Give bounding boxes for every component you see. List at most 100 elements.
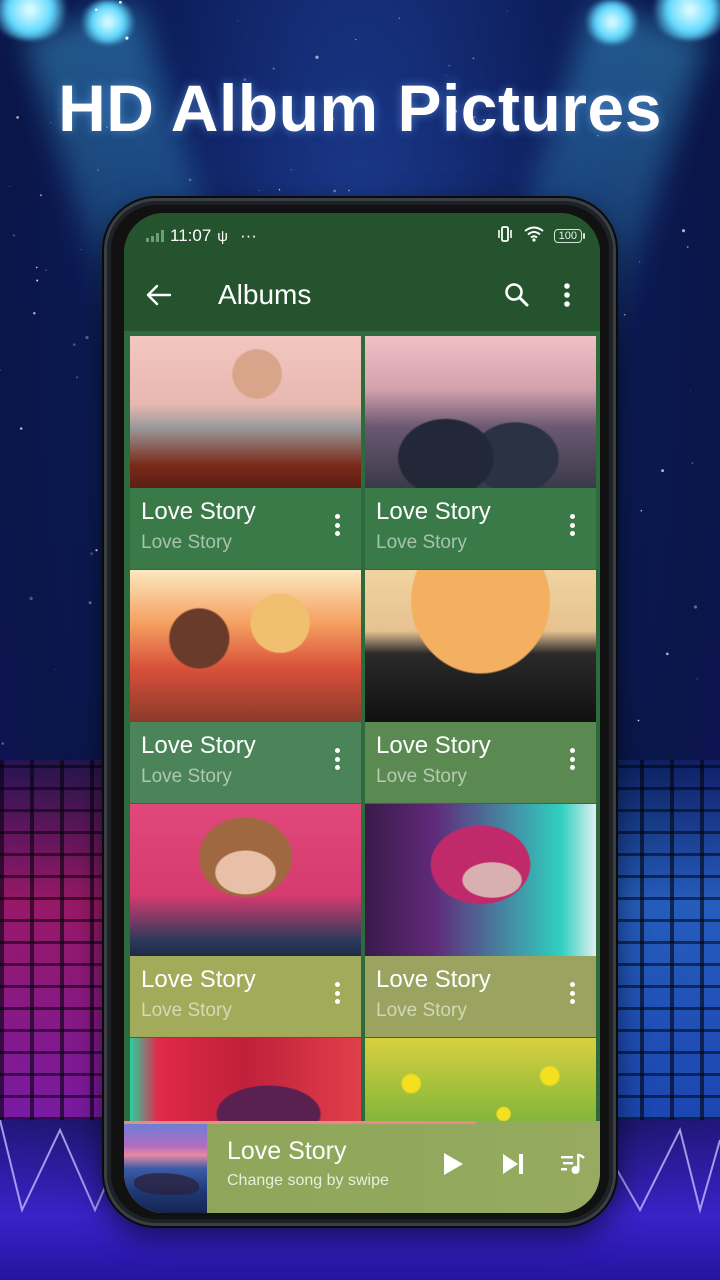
star xyxy=(686,246,689,248)
star xyxy=(76,376,78,379)
album-tile[interactable]: Love Story Love Story xyxy=(130,570,361,803)
album-artist: Love Story xyxy=(376,766,467,787)
now-playing-title: Love Story xyxy=(227,1137,347,1165)
search-icon xyxy=(505,283,529,307)
album-caption: Love Story Love Story xyxy=(365,722,596,803)
star xyxy=(333,189,337,193)
album-title: Love Story xyxy=(376,498,491,525)
star xyxy=(35,266,38,269)
more-vertical-icon xyxy=(334,982,340,1004)
album-caption: Love Story Love Story xyxy=(130,488,361,569)
album-artist: Love Story xyxy=(376,1000,467,1021)
album-art[interactable] xyxy=(365,570,596,722)
play-button[interactable] xyxy=(438,1149,468,1179)
queue-music-icon xyxy=(561,1153,585,1174)
album-caption: Love Story Love Story xyxy=(130,956,361,1037)
album-art[interactable] xyxy=(130,804,361,956)
star xyxy=(696,678,698,680)
star xyxy=(693,605,698,609)
album-tile[interactable]: Love Story Love Story xyxy=(365,804,596,1037)
star xyxy=(665,652,669,656)
equalizer-bars-left xyxy=(0,760,110,1120)
star xyxy=(690,390,692,392)
album-tile[interactable]: Love Story Love Story xyxy=(130,804,361,1037)
status-bar: 11:07 ψ ··· 100 xyxy=(124,213,600,259)
album-artist: Love Story xyxy=(376,532,467,553)
album-tile[interactable]: Love Story Love Story xyxy=(365,570,596,803)
star xyxy=(278,188,281,191)
next-button[interactable] xyxy=(498,1149,528,1179)
more-vertical-icon xyxy=(564,283,570,307)
star xyxy=(9,186,11,187)
album-artist: Love Story xyxy=(141,532,232,553)
now-playing-artwork[interactable] xyxy=(124,1124,207,1213)
star xyxy=(55,669,57,671)
album-grid: Love Story Love Story Love Story Love Story… xyxy=(130,336,596,1138)
promo-headline: HD Album Pictures xyxy=(58,71,662,145)
album-more-button[interactable] xyxy=(331,510,343,540)
album-more-button[interactable] xyxy=(566,744,578,774)
star xyxy=(88,601,92,605)
star xyxy=(1,742,4,745)
album-more-button[interactable] xyxy=(566,978,578,1008)
star xyxy=(90,552,94,556)
star xyxy=(691,462,694,464)
album-title: Love Story xyxy=(376,732,491,759)
album-tile[interactable]: Love Story Love Story xyxy=(130,336,361,569)
usb-icon: ψ xyxy=(217,227,228,245)
more-vertical-icon xyxy=(334,514,340,536)
album-art[interactable] xyxy=(365,804,596,956)
skip-next-icon xyxy=(503,1154,523,1174)
star xyxy=(472,57,475,60)
star xyxy=(470,5,472,7)
album-tile[interactable]: Love Story Love Story xyxy=(365,336,596,569)
star xyxy=(290,168,293,171)
vibrate-icon xyxy=(496,225,514,247)
star xyxy=(0,369,2,372)
album-more-button[interactable] xyxy=(331,978,343,1008)
battery-indicator: 100 xyxy=(553,229,586,243)
star xyxy=(681,229,686,233)
star xyxy=(258,189,261,192)
arrow-left-icon xyxy=(146,284,172,306)
star xyxy=(637,719,640,722)
album-art[interactable] xyxy=(365,336,596,488)
star xyxy=(29,596,33,601)
star xyxy=(661,469,665,473)
album-art[interactable] xyxy=(130,570,361,722)
star xyxy=(623,313,626,316)
more-vertical-icon xyxy=(569,748,575,770)
star xyxy=(19,427,23,430)
star xyxy=(85,335,89,340)
star xyxy=(506,10,508,12)
more-vertical-icon xyxy=(569,514,575,536)
album-title: Love Story xyxy=(141,498,256,525)
equalizer-bars-right xyxy=(610,760,720,1120)
album-art[interactable] xyxy=(130,336,361,488)
album-more-button[interactable] xyxy=(331,744,343,774)
star xyxy=(398,17,401,20)
star xyxy=(36,279,39,282)
overflow-menu-button[interactable] xyxy=(552,280,582,310)
star xyxy=(12,234,16,237)
album-caption: Love Story Love Story xyxy=(130,722,361,803)
album-title: Love Story xyxy=(141,966,256,993)
album-artist: Love Story xyxy=(141,766,232,787)
spotlight-icon xyxy=(80,0,136,44)
album-more-button[interactable] xyxy=(566,510,578,540)
search-button[interactable] xyxy=(502,280,532,310)
spotlight-icon xyxy=(584,0,640,44)
star xyxy=(33,312,36,315)
album-title: Love Story xyxy=(376,966,491,993)
queue-button[interactable] xyxy=(558,1149,588,1179)
status-time: 11:07 xyxy=(170,226,212,245)
back-button[interactable] xyxy=(124,280,194,310)
star xyxy=(640,509,643,512)
album-artist: Love Story xyxy=(141,1000,232,1021)
star xyxy=(348,189,350,192)
star xyxy=(315,55,319,59)
phone-frame: 11:07 ψ ··· 100 Albums Love Story Love S… xyxy=(104,198,616,1226)
mini-player[interactable]: Love Story Change song by swipe xyxy=(124,1121,600,1213)
wifi-icon xyxy=(524,226,544,247)
album-title: Love Story xyxy=(141,732,256,759)
